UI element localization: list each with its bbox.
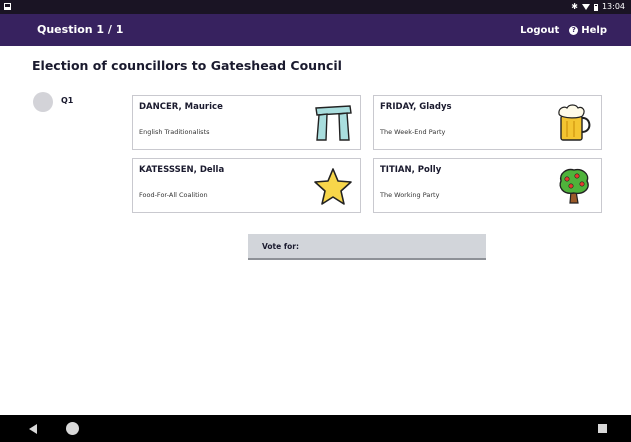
candidate-party: The Working Party <box>380 191 440 199</box>
candidate-party: Food-For-All Coalition <box>139 191 208 199</box>
question-status-indicator <box>33 92 53 112</box>
home-icon[interactable] <box>66 422 79 435</box>
help-button[interactable]: ? Help <box>569 25 607 36</box>
candidate-name: DANCER, Maurice <box>139 102 223 112</box>
help-icon: ? <box>569 25 579 35</box>
stonehenge-icon <box>315 105 352 141</box>
logout-button[interactable]: Logout <box>520 25 559 36</box>
app-bar: Question 1 / 1 Logout ? Help <box>0 14 631 46</box>
candidate-card-titian[interactable]: TITIAN, Polly The Working Party <box>373 158 602 213</box>
status-bar: ✱ 13:04 <box>0 0 631 14</box>
question-title: Question 1 / 1 <box>37 23 124 36</box>
candidate-card-katesssen[interactable]: KATESSSEN, Della Food-For-All Coalition <box>132 158 361 213</box>
candidate-name: TITIAN, Polly <box>380 165 442 175</box>
back-icon[interactable] <box>29 424 37 434</box>
page-title: Election of councillors to Gateshead Cou… <box>32 58 342 73</box>
beer-mug-icon <box>558 104 591 141</box>
vote-for-box[interactable]: Vote for: <box>248 234 486 260</box>
wifi-icon <box>581 4 590 10</box>
battery-icon <box>593 3 598 11</box>
candidate-card-dancer[interactable]: DANCER, Maurice English Traditionalists <box>132 95 361 150</box>
star-icon <box>314 168 352 205</box>
vote-for-label: Vote for: <box>262 242 299 251</box>
help-label: Help <box>581 24 607 36</box>
question-label: Q1 <box>61 96 74 105</box>
app-bar-actions: Logout ? Help <box>520 14 607 46</box>
bluetooth-icon: ✱ <box>571 2 578 11</box>
status-time: 13:04 <box>601 2 625 11</box>
status-icons: ✱ 13:04 <box>571 0 625 14</box>
candidate-party: English Traditionalists <box>139 128 210 136</box>
fruit-tree-icon <box>559 168 589 204</box>
notification-icon <box>4 3 11 10</box>
recent-apps-icon[interactable] <box>598 424 607 433</box>
candidate-card-friday[interactable]: FRIDAY, Gladys The Week-End Party <box>373 95 602 150</box>
candidate-name: FRIDAY, Gladys <box>380 102 452 112</box>
system-navigation-bar <box>0 415 631 442</box>
candidate-name: KATESSSEN, Della <box>139 165 225 175</box>
candidate-party: The Week-End Party <box>380 128 446 136</box>
